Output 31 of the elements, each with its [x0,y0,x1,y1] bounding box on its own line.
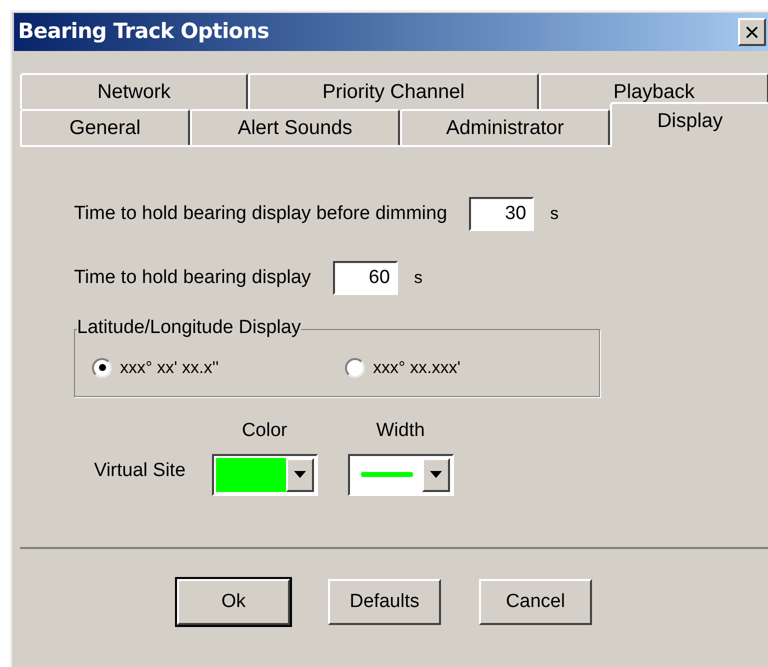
close-button[interactable]: × [738,18,766,46]
radio-label: xxx° xx' xx.x'' [120,357,219,379]
column-heading: Color [242,419,288,443]
tab[interactable]: Network [20,73,248,109]
radio-button[interactable] [345,358,365,378]
tab[interactable]: Priority Channel [248,73,539,109]
radio-label: xxx° xx.xxx' [373,357,460,379]
unit-label: s [550,203,559,226]
dialog-button[interactable]: Defaults [328,579,441,625]
input-field[interactable]: 30 [469,197,534,231]
dropdown-arrow-button[interactable] [286,458,314,492]
width-dropdown[interactable] [348,454,454,496]
column-heading: Width [376,419,425,443]
window-title: Bearing Track Options [18,18,270,46]
caret-icon [294,471,306,478]
dialog-button[interactable]: Cancel [479,579,592,625]
tab[interactable]: Alert Sounds [190,109,400,145]
caret-icon [430,471,442,478]
row-label: Virtual Site [94,459,186,483]
tab[interactable]: Administrator [400,109,610,145]
dropdown-arrow-button[interactable] [422,458,450,492]
input-field[interactable]: 60 [332,261,398,295]
tab[interactable]: General [20,109,190,145]
tab[interactable]: Display [610,102,768,147]
field-label: Time to hold bearing display before dimming [74,202,448,226]
radio-button[interactable] [92,358,112,378]
field-label: Time to hold bearing display [74,266,311,290]
color-dropdown[interactable] [212,454,318,496]
group-title: Latitude/Longitude Display [77,317,301,339]
dialog-button[interactable]: Ok [177,579,290,625]
unit-label: s [414,267,422,290]
